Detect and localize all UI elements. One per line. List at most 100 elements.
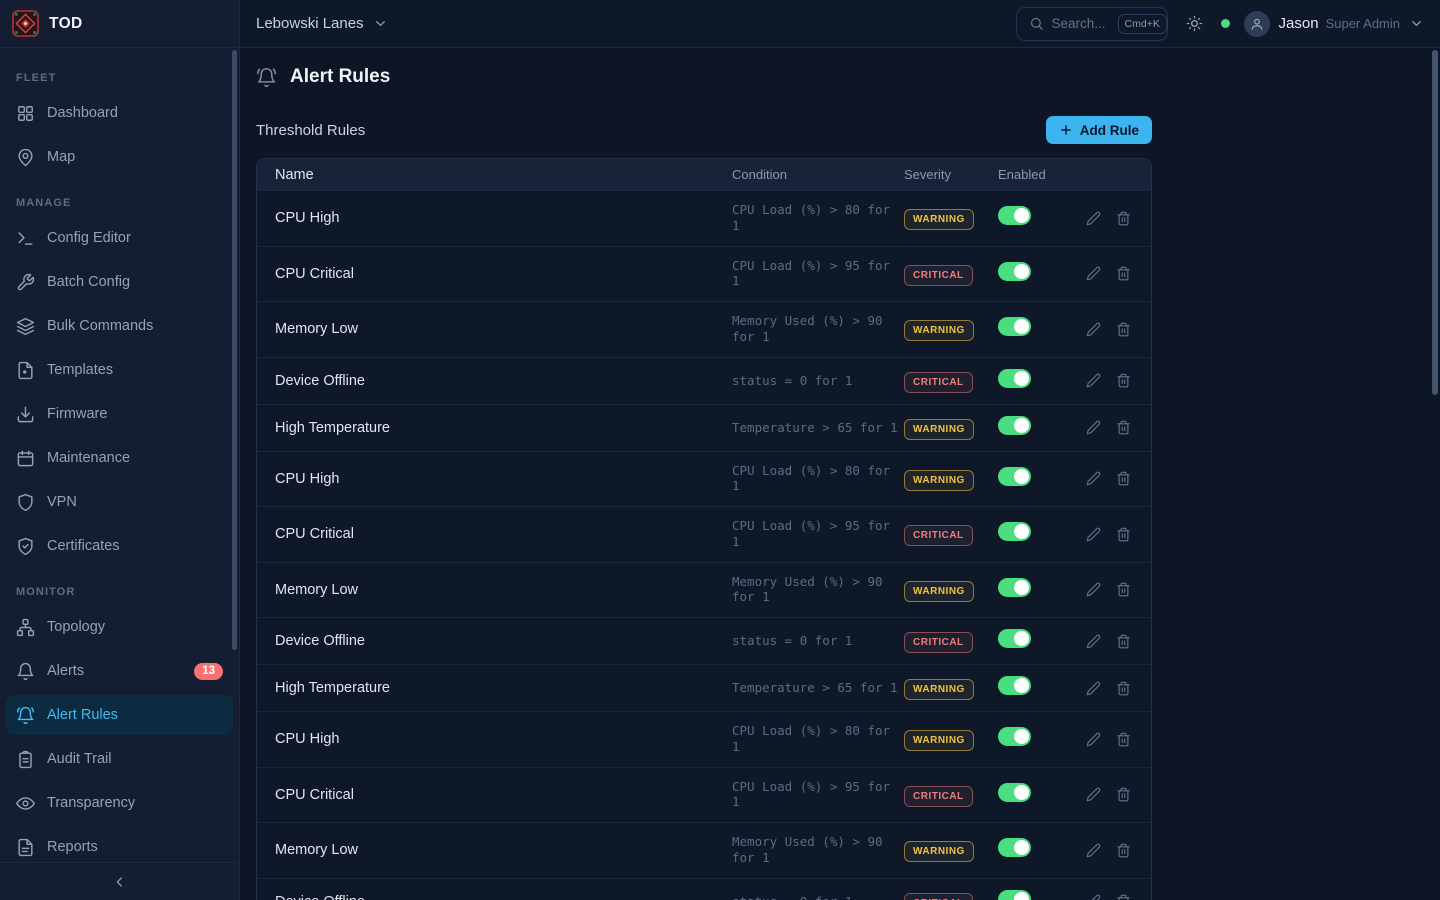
search-box[interactable]: Cmd+K (1016, 7, 1168, 41)
sidebar-item-label: Dashboard (47, 105, 118, 121)
trash-icon (1116, 634, 1131, 649)
sidebar-item-bulk-commands[interactable]: Bulk Commands (6, 306, 233, 346)
add-rule-button[interactable]: Add Rule (1046, 116, 1152, 144)
sidebar-item-topology[interactable]: Topology (6, 607, 233, 647)
toggle-knob (1014, 729, 1029, 744)
severity-badge: CRITICAL (904, 525, 973, 546)
trash-icon (1116, 471, 1131, 486)
pencil-icon (1086, 582, 1101, 597)
trash-icon (1116, 582, 1131, 597)
sidebar-item-batch-config[interactable]: Batch Config (6, 262, 233, 302)
sidebar-collapse-button[interactable] (0, 862, 239, 900)
rule-condition: Memory Used (%) > 90 for 1 (732, 834, 902, 865)
enabled-toggle[interactable] (998, 890, 1031, 900)
sidebar-item-map[interactable]: Map (6, 137, 233, 177)
delete-rule-button[interactable] (1116, 894, 1131, 900)
toggle-knob (1014, 631, 1029, 646)
chevron-left-icon (112, 874, 128, 890)
enabled-toggle[interactable] (998, 467, 1031, 486)
toggle-knob (1014, 208, 1029, 223)
sidebar-item-audit-trail[interactable]: Audit Trail (6, 739, 233, 779)
sidebar-item-dashboard[interactable]: Dashboard (6, 93, 233, 133)
severity-badge: WARNING (904, 679, 974, 700)
enabled-toggle[interactable] (998, 416, 1031, 435)
delete-rule-button[interactable] (1116, 373, 1131, 388)
sidebar-item-config-editor[interactable]: Config Editor (6, 218, 233, 258)
delete-rule-button[interactable] (1116, 420, 1131, 435)
severity-badge: WARNING (904, 419, 974, 440)
table-row: High Temperature Temperature > 65 for 1 … (257, 404, 1151, 451)
edit-rule-button[interactable] (1086, 266, 1101, 281)
edit-rule-button[interactable] (1086, 211, 1101, 226)
severity-badge: WARNING (904, 209, 974, 230)
section-title: Threshold Rules (256, 122, 365, 139)
delete-rule-button[interactable] (1116, 681, 1131, 696)
enabled-toggle[interactable] (998, 727, 1031, 746)
enabled-toggle[interactable] (998, 369, 1031, 388)
delete-rule-button[interactable] (1116, 266, 1131, 281)
edit-rule-button[interactable] (1086, 420, 1101, 435)
edit-rule-button[interactable] (1086, 634, 1101, 649)
search-input[interactable] (1052, 16, 1110, 31)
sidebar-item-templates[interactable]: Templates (6, 350, 233, 390)
edit-rule-button[interactable] (1086, 471, 1101, 486)
toggle-knob (1014, 580, 1029, 595)
sidebar-item-label: Transparency (47, 795, 135, 811)
delete-rule-button[interactable] (1116, 322, 1131, 337)
page-title: Alert Rules (290, 66, 390, 88)
pencil-icon (1086, 527, 1101, 542)
sidebar-item-reports[interactable]: Reports (6, 827, 233, 862)
sidebar-item-certificates[interactable]: Certificates (6, 526, 233, 566)
edit-rule-button[interactable] (1086, 787, 1101, 802)
download-icon (16, 405, 35, 424)
sidebar-item-alert-rules[interactable]: Alert Rules (6, 695, 233, 735)
enabled-toggle[interactable] (998, 206, 1031, 225)
sidebar-item-vpn[interactable]: VPN (6, 482, 233, 522)
enabled-toggle[interactable] (998, 783, 1031, 802)
delete-rule-button[interactable] (1116, 634, 1131, 649)
table-row: Device Offline status = 0 for 1 CRITICAL (257, 357, 1151, 404)
enabled-toggle[interactable] (998, 262, 1031, 281)
enabled-toggle[interactable] (998, 317, 1031, 336)
edit-rule-button[interactable] (1086, 527, 1101, 542)
sidebar-item-alerts[interactable]: Alerts 13 (6, 651, 233, 691)
delete-rule-button[interactable] (1116, 843, 1131, 858)
delete-rule-button[interactable] (1116, 211, 1131, 226)
severity-badge: CRITICAL (904, 893, 973, 900)
delete-rule-button[interactable] (1116, 471, 1131, 486)
toggle-knob (1014, 678, 1029, 693)
delete-rule-button[interactable] (1116, 527, 1131, 542)
edit-rule-button[interactable] (1086, 582, 1101, 597)
sidebar-item-firmware[interactable]: Firmware (6, 394, 233, 434)
rule-condition: CPU Load (%) > 95 for 1 (732, 258, 902, 289)
edit-rule-button[interactable] (1086, 894, 1101, 900)
rule-condition: status = 0 for 1 (732, 373, 902, 389)
rule-name: Device Offline (257, 371, 732, 391)
edit-rule-button[interactable] (1086, 732, 1101, 747)
sidebar: TOD FLEET Dashboard Map MANAGE Config Ed… (0, 0, 240, 900)
enabled-toggle[interactable] (998, 676, 1031, 695)
toggle-knob (1014, 524, 1029, 539)
edit-rule-button[interactable] (1086, 843, 1101, 858)
avatar[interactable] (1244, 11, 1270, 37)
delete-rule-button[interactable] (1116, 732, 1131, 747)
edit-rule-button[interactable] (1086, 681, 1101, 696)
user-menu-button[interactable] (1409, 16, 1424, 31)
theme-toggle-button[interactable] (1186, 15, 1203, 32)
delete-rule-button[interactable] (1116, 582, 1131, 597)
sidebar-item-label: Alerts (47, 663, 84, 679)
table-body: CPU High CPU Load (%) > 80 for 1 WARNING… (257, 190, 1151, 900)
enabled-toggle[interactable] (998, 629, 1031, 648)
sidebar-item-transparency[interactable]: Transparency (6, 783, 233, 823)
severity-badge: WARNING (904, 470, 974, 491)
enabled-toggle[interactable] (998, 838, 1031, 857)
enabled-toggle[interactable] (998, 522, 1031, 541)
org-switcher[interactable]: Lebowski Lanes (256, 15, 388, 32)
enabled-toggle[interactable] (998, 578, 1031, 597)
delete-rule-button[interactable] (1116, 787, 1131, 802)
edit-rule-button[interactable] (1086, 373, 1101, 388)
sidebar-scrollbar[interactable] (232, 50, 237, 650)
main-scrollbar[interactable] (1432, 50, 1438, 395)
sidebar-item-maintenance[interactable]: Maintenance (6, 438, 233, 478)
edit-rule-button[interactable] (1086, 322, 1101, 337)
